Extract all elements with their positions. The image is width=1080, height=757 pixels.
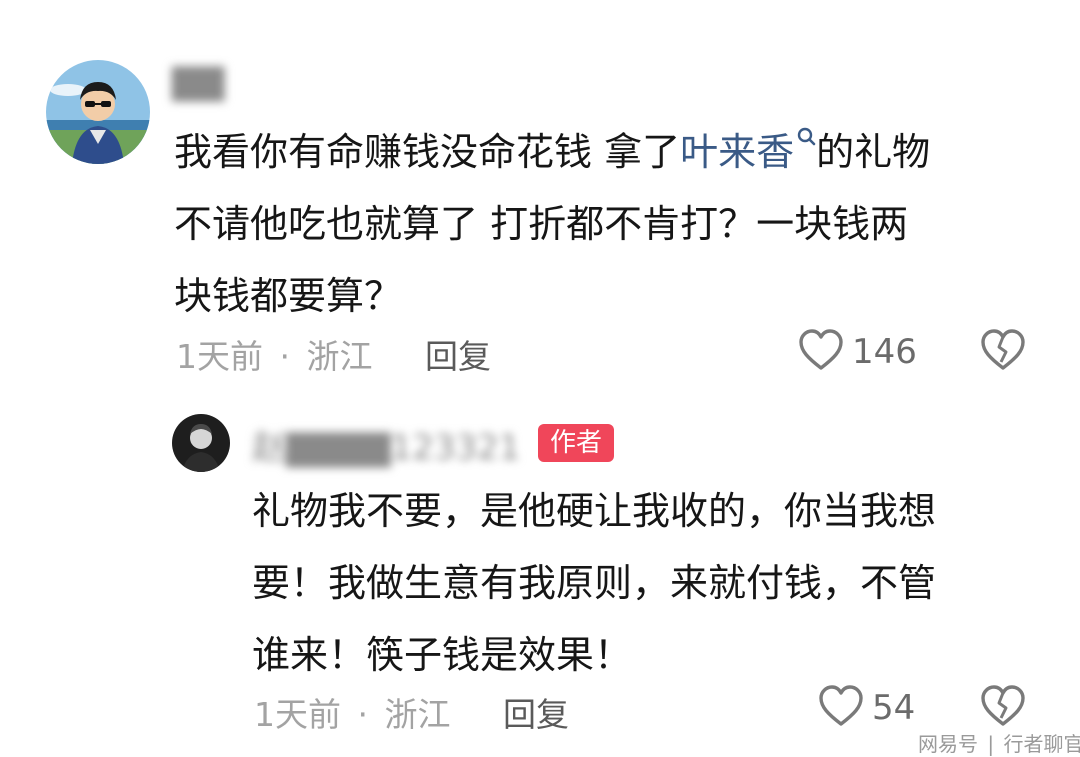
comment-like-count: 146 xyxy=(852,332,917,372)
heart-icon xyxy=(799,329,843,370)
search-icon xyxy=(797,127,816,146)
meta-separator: · xyxy=(279,337,291,376)
broken-heart-icon xyxy=(981,685,1025,726)
reply-time: 1天前 xyxy=(254,695,341,734)
comment-meta: 1天前 · 浙江 回复 xyxy=(176,330,491,378)
reply-line-1: 礼物我不要，是他硬让我收的，你当我想 xyxy=(252,489,937,533)
broken-heart-icon xyxy=(981,329,1025,370)
comment-body: 我看你有命赚钱没命花钱 拿了叶来香 的礼物 不请他吃也就算了 打折都不肯打？一块钱… xyxy=(174,116,930,332)
reply-like-button[interactable] xyxy=(818,684,864,730)
reply-like-count: 54 xyxy=(872,688,916,728)
comment-like-button[interactable] xyxy=(798,328,844,374)
watermark-separator: | xyxy=(987,732,995,756)
comment-dislike-button[interactable] xyxy=(980,328,1026,374)
watermark-source: 网易号 xyxy=(918,732,978,756)
heart-icon xyxy=(819,685,863,726)
comment-line-1: 我看你有命赚钱没命花钱 拿了叶来香 的礼物 xyxy=(174,116,930,188)
author-avatar-image xyxy=(172,414,230,472)
mention-text[interactable]: 叶来香 xyxy=(680,130,794,174)
commenter-avatar-image xyxy=(46,60,150,164)
watermark-account: 行者聊官 xyxy=(1003,732,1080,756)
author-username[interactable]: 赵▇▇▇▇123321 xyxy=(252,420,520,469)
commenter-username[interactable]: ▇▇ xyxy=(172,62,224,102)
mention-link[interactable]: 叶来香 xyxy=(680,127,816,174)
comment-location: 浙江 xyxy=(306,337,373,376)
comment-line-1-end: 的礼物 xyxy=(816,130,931,174)
reply-reply-button[interactable]: 回复 xyxy=(503,695,569,734)
reply-line-3: 谁来！筷子钱是效果！ xyxy=(252,633,633,677)
reply-meta: 1天前 · 浙江 回复 xyxy=(254,688,569,736)
comment-time: 1天前 xyxy=(176,337,263,376)
meta-separator: · xyxy=(357,695,369,734)
comment-line-2: 不请他吃也就算了 打折都不肯打？一块钱两 xyxy=(174,202,909,246)
comment-line-1-text: 我看你有命赚钱没命花钱 拿了 xyxy=(174,130,681,174)
watermark: 网易号 | 行者聊官 xyxy=(918,728,1080,757)
reply-dislike-button[interactable] xyxy=(980,684,1026,730)
reply-location: 浙江 xyxy=(384,695,451,734)
author-avatar[interactable] xyxy=(172,414,230,472)
commenter-avatar[interactable] xyxy=(46,60,150,164)
reply-body: 礼物我不要，是他硬让我收的，你当我想 要！我做生意有我原则，来就付钱，不管 谁来… xyxy=(252,475,936,691)
reply-line-2: 要！我做生意有我原则，来就付钱，不管 xyxy=(252,561,937,605)
comment-reply-button[interactable]: 回复 xyxy=(425,337,491,376)
author-badge: 作者 xyxy=(538,424,615,462)
comment-line-3: 块钱都要算？ xyxy=(174,274,403,318)
